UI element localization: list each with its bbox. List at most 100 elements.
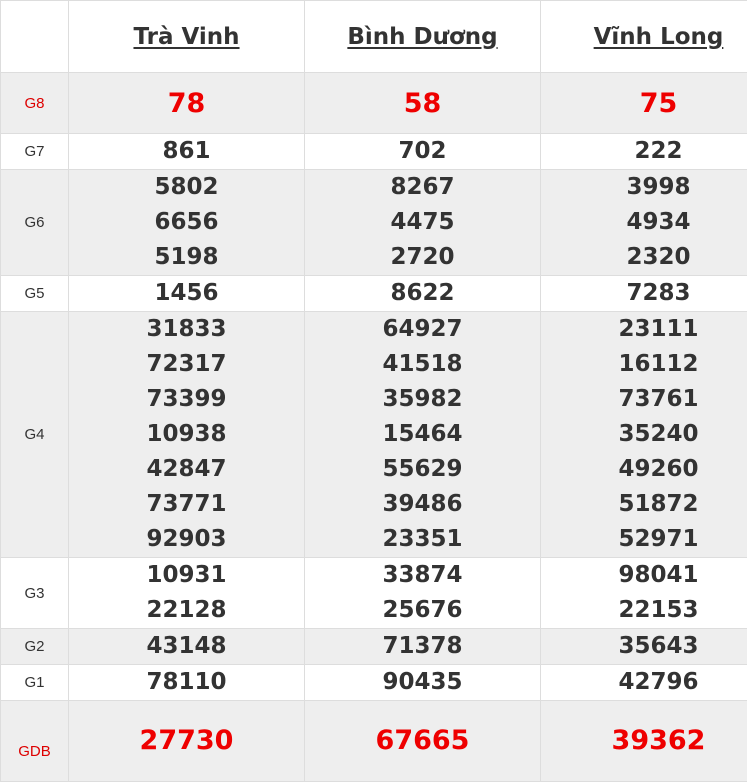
prize-row-g2: G2 43148 71378 35643 <box>1 629 747 665</box>
prize-cell: 75 <box>541 73 747 134</box>
prize-label: G7 <box>1 134 69 170</box>
prize-cell: 78110 <box>69 665 305 701</box>
prize-cell: 33874 25676 <box>305 558 541 629</box>
province-header-binh-duong[interactable]: Bình Dương <box>305 1 541 73</box>
prize-row-g4: G4 31833 72317 73399 10938 42847 73771 9… <box>1 312 747 558</box>
prize-cell: 861 <box>69 134 305 170</box>
prize-number: 5802 <box>69 170 304 205</box>
prize-number: 78110 <box>69 665 304 700</box>
prize-number: 25676 <box>305 593 540 628</box>
prize-number: 67665 <box>305 710 540 772</box>
prize-label: G1 <box>1 665 69 701</box>
prize-number: 58 <box>305 86 540 121</box>
prize-row-g1: G1 78110 90435 42796 <box>1 665 747 701</box>
prize-row-g5: G5 1456 8622 7283 <box>1 276 747 312</box>
province-link[interactable]: Trà Vinh <box>133 24 239 50</box>
prize-label: G3 <box>1 558 69 629</box>
prize-number: 23351 <box>305 522 540 557</box>
prize-number: 33874 <box>305 558 540 593</box>
prize-number: 98041 <box>541 558 747 593</box>
lottery-results-table: Trà Vinh Bình Dương Vĩnh Long G8 78 58 7… <box>0 0 747 782</box>
prize-row-g6: G6 5802 6656 5198 8267 4475 2720 3998 49… <box>1 170 747 276</box>
prize-cell: 7283 <box>541 276 747 312</box>
prize-row-g3: G3 10931 22128 33874 25676 98041 22153 <box>1 558 747 629</box>
prize-number: 15464 <box>305 417 540 452</box>
prize-row-g7: G7 861 702 222 <box>1 134 747 170</box>
prize-number: 78 <box>69 86 304 121</box>
prize-cell: 98041 22153 <box>541 558 747 629</box>
prize-number: 31833 <box>69 312 304 347</box>
prize-label: GDB <box>1 701 69 782</box>
prize-number: 35240 <box>541 417 747 452</box>
province-link[interactable]: Bình Dương <box>347 24 497 50</box>
prize-number: 42847 <box>69 452 304 487</box>
prize-number: 4475 <box>305 205 540 240</box>
prize-number: 75 <box>541 86 747 121</box>
prize-number: 2720 <box>305 240 540 275</box>
prize-cell: 5802 6656 5198 <box>69 170 305 276</box>
prize-number: 7283 <box>541 276 747 311</box>
prize-cell: 64927 41518 35982 15464 55629 39486 2335… <box>305 312 541 558</box>
prize-cell: 71378 <box>305 629 541 665</box>
prize-number: 23111 <box>541 312 747 347</box>
prize-label: G5 <box>1 276 69 312</box>
prize-cell: 39362 <box>541 701 747 782</box>
prize-number: 72317 <box>69 347 304 382</box>
prize-cell: 58 <box>305 73 541 134</box>
prize-number: 3998 <box>541 170 747 205</box>
prize-number: 92903 <box>69 522 304 557</box>
prize-number: 42796 <box>541 665 747 700</box>
header-corner <box>1 1 69 73</box>
prize-cell: 3998 4934 2320 <box>541 170 747 276</box>
prize-number: 8267 <box>305 170 540 205</box>
prize-number: 702 <box>305 134 540 169</box>
prize-number: 73761 <box>541 382 747 417</box>
prize-number: 39362 <box>541 710 747 772</box>
prize-cell: 222 <box>541 134 747 170</box>
prize-number: 861 <box>69 134 304 169</box>
prize-number: 10938 <box>69 417 304 452</box>
prize-number: 55629 <box>305 452 540 487</box>
prize-number: 35982 <box>305 382 540 417</box>
prize-number: 16112 <box>541 347 747 382</box>
prize-label: G4 <box>1 312 69 558</box>
prize-number: 8622 <box>305 276 540 311</box>
prize-cell: 1456 <box>69 276 305 312</box>
prize-number: 5198 <box>69 240 304 275</box>
prize-cell: 31833 72317 73399 10938 42847 73771 9290… <box>69 312 305 558</box>
province-header-vinh-long[interactable]: Vĩnh Long <box>541 1 747 73</box>
prize-number: 41518 <box>305 347 540 382</box>
header-row: Trà Vinh Bình Dương Vĩnh Long <box>1 1 747 73</box>
prize-number: 10931 <box>69 558 304 593</box>
prize-cell: 35643 <box>541 629 747 665</box>
prize-cell: 78 <box>69 73 305 134</box>
prize-number: 73399 <box>69 382 304 417</box>
prize-cell: 23111 16112 73761 35240 49260 51872 5297… <box>541 312 747 558</box>
prize-cell: 702 <box>305 134 541 170</box>
prize-number: 22153 <box>541 593 747 628</box>
prize-label: G6 <box>1 170 69 276</box>
prize-number: 6656 <box>69 205 304 240</box>
province-link[interactable]: Vĩnh Long <box>594 24 724 50</box>
prize-number: 35643 <box>541 629 747 664</box>
prize-label: G2 <box>1 629 69 665</box>
prize-number: 2320 <box>541 240 747 275</box>
prize-number: 90435 <box>305 665 540 700</box>
prize-cell: 27730 <box>69 701 305 782</box>
prize-number: 222 <box>541 134 747 169</box>
prize-number: 27730 <box>69 710 304 772</box>
prize-number: 73771 <box>69 487 304 522</box>
prize-cell: 42796 <box>541 665 747 701</box>
prize-number: 43148 <box>69 629 304 664</box>
prize-cell: 67665 <box>305 701 541 782</box>
prize-cell: 8622 <box>305 276 541 312</box>
prize-label: G8 <box>1 73 69 134</box>
province-header-tra-vinh[interactable]: Trà Vinh <box>69 1 305 73</box>
prize-row-g8: G8 78 58 75 <box>1 73 747 134</box>
prize-cell: 90435 <box>305 665 541 701</box>
prize-row-gdb: GDB 27730 67665 39362 <box>1 701 747 782</box>
prize-number: 39486 <box>305 487 540 522</box>
prize-cell: 8267 4475 2720 <box>305 170 541 276</box>
prize-number: 4934 <box>541 205 747 240</box>
prize-number: 52971 <box>541 522 747 557</box>
